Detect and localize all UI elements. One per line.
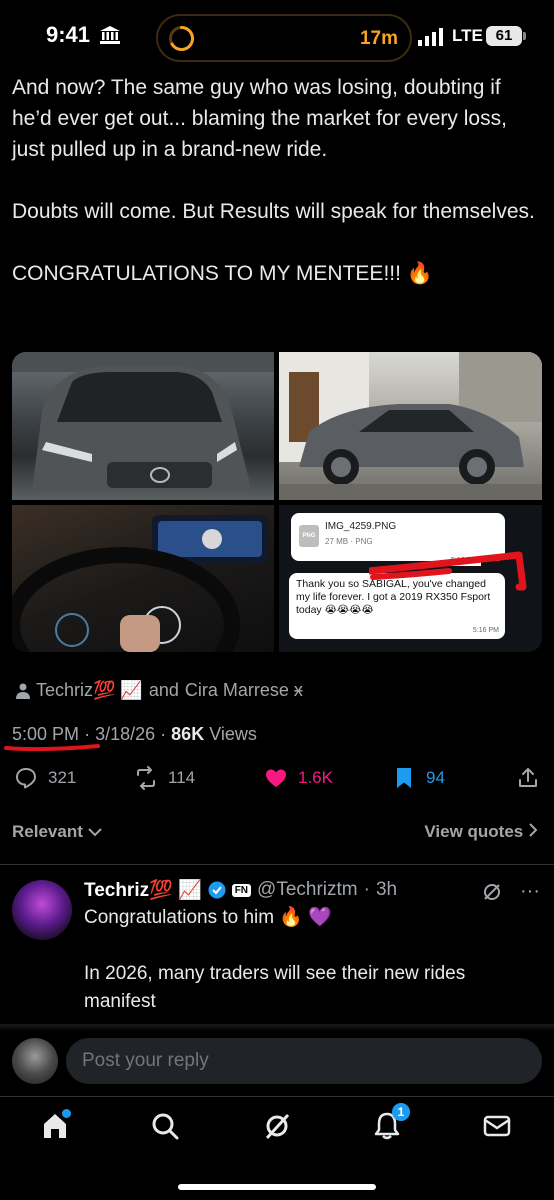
grok-icon[interactable] <box>482 882 502 902</box>
bookmark-icon <box>397 768 411 788</box>
chat-screenshot[interactable]: PNG IMG_4259.PNG 27 MB · PNG 5:16 PM Tha… <box>279 505 542 652</box>
home-indicator <box>178 1184 376 1190</box>
signal-icon <box>418 28 443 46</box>
reply-handle[interactable]: @Techriztm <box>257 879 358 901</box>
repost-button[interactable]: 114 <box>134 766 195 790</box>
meta-separator: · <box>160 724 167 744</box>
post-actions: 321 114 1.6K 94 <box>0 760 554 796</box>
post-date: 3/18/26 <box>95 724 156 744</box>
car-front-photo[interactable] <box>12 352 274 500</box>
redaction-scribble <box>369 551 527 591</box>
grok-icon <box>265 1113 290 1140</box>
dashboard-illustration <box>12 515 268 652</box>
mail-icon <box>483 1115 511 1137</box>
file-name: IMG_4259.PNG <box>325 521 397 532</box>
car-side-photo[interactable] <box>279 352 542 500</box>
affiliate-badge: FN <box>231 883 252 897</box>
reply-age: 3h <box>375 879 398 900</box>
status-time: 9:41 <box>46 22 91 47</box>
car-side-illustration <box>279 352 542 500</box>
status-bar: 9:41 17m LTE 61 <box>0 0 554 70</box>
reply-icon <box>16 768 36 789</box>
author-primary[interactable]: Techriz💯 📈 <box>36 680 143 701</box>
sort-label: Relevant <box>12 822 83 841</box>
bank-icon <box>100 26 120 44</box>
chevron-right-icon <box>529 823 538 837</box>
share-icon <box>519 768 537 787</box>
view-quotes-link[interactable]: View quotes <box>424 822 538 842</box>
compose-separator <box>0 1024 554 1032</box>
tab-notifications[interactable]: 1 <box>372 1103 410 1143</box>
reply-input[interactable] <box>66 1038 542 1084</box>
views-count: 86K <box>171 724 205 744</box>
tweet-text: And now? The same guy who was losing, do… <box>12 76 535 285</box>
meta-separator: · <box>363 879 370 900</box>
person-icon <box>16 683 30 699</box>
home-unread-dot <box>62 1109 71 1118</box>
dynamic-island-timer[interactable]: 17m <box>156 14 412 62</box>
verified-badge-icon <box>208 881 226 899</box>
bookmark-count: 94 <box>426 768 445 787</box>
reply-text: Congratulations to him 🔥 💜 In 2026, many… <box>84 907 466 1012</box>
timer-remaining: 17m <box>359 28 398 49</box>
reply-button[interactable]: 321 <box>14 766 76 790</box>
search-icon <box>152 1113 179 1140</box>
author-joiner: and <box>148 680 179 700</box>
sort-dropdown[interactable]: Relevant <box>12 822 102 842</box>
red-underline-annotation <box>4 744 100 752</box>
reply-actions: ··· <box>482 880 540 903</box>
tab-grok[interactable] <box>262 1111 294 1143</box>
repost-count: 114 <box>168 768 196 787</box>
author-secondary[interactable]: Cira Marrese ӿ <box>185 680 303 701</box>
chat-time: 5:16 PM <box>472 627 499 634</box>
tab-search[interactable] <box>150 1111 182 1143</box>
reply-count: 321 <box>48 768 77 787</box>
view-quotes-label: View quotes <box>424 822 524 841</box>
reply-avatar[interactable] <box>12 880 72 940</box>
network-type: LTE <box>452 26 483 45</box>
dashboard-photo[interactable] <box>12 505 274 652</box>
timer-icon <box>169 25 194 51</box>
share-button[interactable] <box>516 766 540 790</box>
views-label: Views <box>209 724 257 744</box>
file-type-icon: PNG <box>299 525 319 547</box>
like-count: 1.6K <box>298 768 333 787</box>
post-authors[interactable]: Techriz💯 📈 and Cira Marrese ӿ <box>16 680 303 701</box>
tweet-media-grid[interactable]: PNG IMG_4259.PNG 27 MB · PNG 5:16 PM Tha… <box>12 352 542 652</box>
more-options-button[interactable]: ··· <box>520 880 540 903</box>
user-avatar[interactable] <box>12 1038 58 1084</box>
file-meta: 27 MB · PNG <box>325 537 373 546</box>
tab-messages[interactable] <box>482 1111 514 1143</box>
divider <box>0 864 554 865</box>
battery-indicator: 61 <box>486 26 526 46</box>
like-button[interactable]: 1.6K <box>264 766 333 790</box>
heart-icon <box>266 769 286 787</box>
notifications-badge: 1 <box>392 1103 410 1121</box>
repost-icon <box>137 766 155 790</box>
reply-header: Techriz💯 📈 FN @Techriztm · 3h <box>84 878 397 902</box>
chevron-down-icon <box>87 828 102 837</box>
reply-author-name[interactable]: Techriz💯 📈 <box>84 878 202 902</box>
tab-home[interactable] <box>40 1109 72 1143</box>
bookmark-button[interactable]: 94 <box>392 766 445 790</box>
car-front-illustration <box>12 352 274 492</box>
